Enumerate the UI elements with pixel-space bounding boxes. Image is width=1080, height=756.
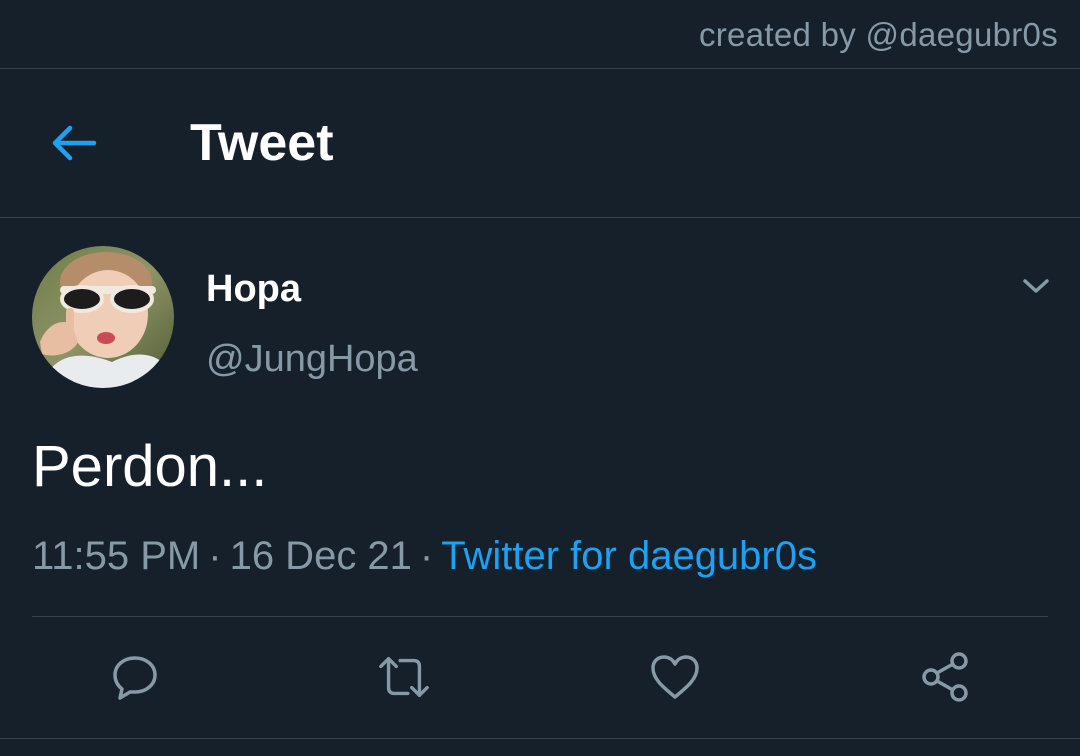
avatar-image	[32, 246, 174, 388]
bottom-divider	[0, 738, 1080, 739]
like-button[interactable]	[648, 650, 702, 704]
meta-separator: ·	[419, 534, 434, 578]
header-bar: Tweet	[0, 69, 1080, 218]
retweet-arrows-icon	[379, 656, 429, 698]
reply-button[interactable]	[108, 650, 162, 704]
avatar[interactable]	[32, 246, 174, 388]
share-nodes-icon	[922, 652, 968, 702]
display-name[interactable]: Hopa	[206, 268, 301, 311]
arrow-left-icon	[52, 125, 97, 161]
credit-bar: created by @daegubr0s	[0, 0, 1080, 69]
page-title: Tweet	[190, 114, 334, 172]
share-button[interactable]	[918, 650, 972, 704]
tweet-date: 16 Dec 21	[229, 534, 412, 578]
tweet-meta: 11:55 PM · 16 Dec 21 · Twitter for daegubr0s	[32, 532, 817, 580]
tweet-options-button[interactable]	[1014, 266, 1058, 306]
chevron-down-icon	[1023, 279, 1049, 293]
tweet-time: 11:55 PM	[32, 534, 201, 578]
heart-icon	[651, 655, 699, 699]
user-handle[interactable]: @JungHopa	[206, 338, 418, 381]
back-button[interactable]	[44, 113, 104, 173]
speech-bubble-icon	[113, 656, 157, 700]
divider	[32, 616, 1048, 617]
retweet-button[interactable]	[377, 650, 431, 704]
meta-separator: ·	[208, 534, 222, 578]
tweet-screen: created by @daegubr0s Tweet Hopa @JungHo…	[0, 0, 1080, 756]
tweet-source-link[interactable]: Twitter for daegubr0s	[441, 534, 817, 578]
credit-text: created by @daegubr0s	[698, 16, 1058, 53]
tweet-text: Perdon...	[32, 434, 268, 499]
